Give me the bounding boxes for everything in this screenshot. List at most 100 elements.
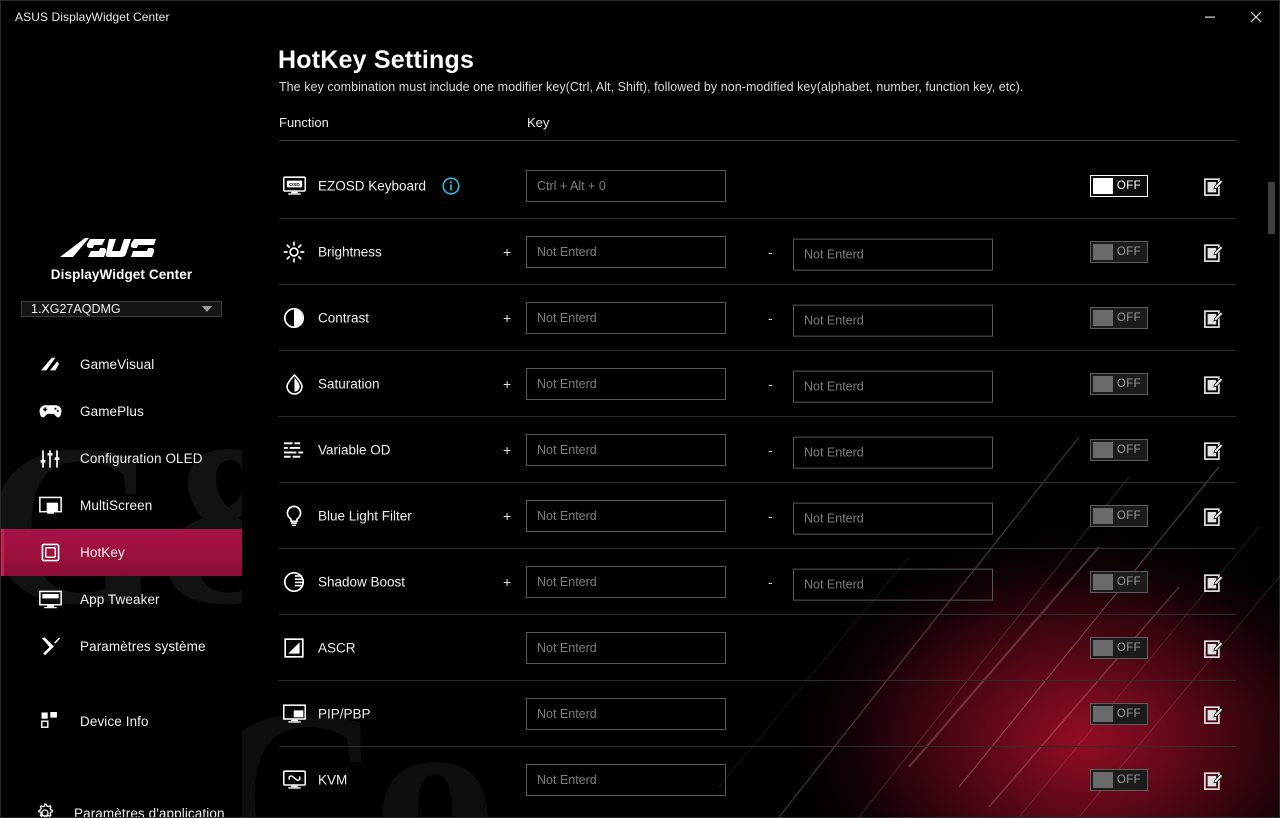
scrollbar-track[interactable]: [1267, 153, 1275, 817]
key-input[interactable]: [526, 631, 726, 664]
monitor-select[interactable]: 1.XG27AQDMG: [21, 301, 222, 317]
key-input-increase[interactable]: [526, 235, 726, 268]
window-title: ASUS DisplayWidget Center: [15, 10, 170, 24]
sidebar-item-multiscreen[interactable]: MultiScreen: [1, 482, 242, 529]
edit-icon[interactable]: [1204, 704, 1224, 724]
window-body: G& DisplayWidget Center 1.XG27AQDMG: [1, 33, 1279, 817]
brand-block: DisplayWidget Center: [1, 217, 242, 282]
key-input-increase[interactable]: [526, 499, 726, 532]
edit-icon[interactable]: [1204, 242, 1224, 262]
sidebar-nav: GameVisual GamePlus Configuration OLED M…: [1, 341, 242, 670]
edit-icon[interactable]: [1204, 506, 1224, 526]
status-toggle[interactable]: OFF: [1090, 240, 1148, 263]
key-input[interactable]: [526, 169, 726, 202]
info-icon[interactable]: [442, 176, 460, 195]
toggle-knob: [1093, 177, 1113, 194]
sidebar-item-configuration-oled[interactable]: Configuration OLED: [1, 435, 242, 482]
asus-logo: [60, 238, 156, 257]
key-input-decrease[interactable]: [793, 502, 993, 535]
status-toggle[interactable]: OFF: [1090, 372, 1148, 395]
toggle-label: OFF: [1116, 575, 1142, 588]
toggle-label: OFF: [1116, 179, 1142, 192]
monitor-select-value: 1.XG27AQDMG: [31, 302, 121, 316]
sidebar-footer: Paramètres d'application FAQ / User manu…: [1, 789, 242, 817]
table-row: Shadow Boost + - OFF: [279, 549, 1236, 615]
row-label: Variable OD: [318, 442, 391, 457]
status-toggle[interactable]: OFF: [1090, 636, 1148, 659]
toggle-label: OFF: [1116, 245, 1142, 258]
sidebar-item-label: Device Info: [80, 713, 149, 729]
key-input[interactable]: [526, 764, 726, 796]
key-input-increase[interactable]: [526, 301, 726, 334]
title-bar: ASUS DisplayWidget Center: [1, 1, 1279, 33]
gamepad-icon: [37, 400, 63, 424]
main-panel: Co HotKey Settings The key combination m…: [242, 33, 1279, 817]
table-row: KVM OFF: [279, 747, 1236, 813]
tools-icon: [37, 635, 63, 659]
contrast-icon: [281, 305, 307, 331]
sidebar-item-parametres-application[interactable]: Paramètres d'application: [1, 789, 242, 817]
scrollbar-thumb[interactable]: [1268, 182, 1275, 234]
sidebar-item-hotkey[interactable]: HotKey: [1, 529, 242, 576]
status-toggle[interactable]: OFF: [1090, 702, 1148, 725]
toggle-knob: [1093, 309, 1113, 326]
plus-sign: +: [503, 375, 512, 392]
edit-icon[interactable]: [1204, 308, 1224, 328]
table-row: PIP/PBP OFF: [279, 681, 1236, 747]
key-input-decrease[interactable]: [793, 568, 993, 601]
row-label: Shadow Boost: [318, 574, 406, 589]
chevron-down-icon: [202, 306, 212, 312]
minimize-button[interactable]: [1187, 1, 1233, 33]
sidebar-item-label: Configuration OLED: [80, 451, 203, 466]
column-header-key: Key: [527, 115, 550, 130]
minimize-icon: [1205, 16, 1215, 18]
table-row: Variable OD + - OFF: [279, 417, 1236, 483]
page-description: The key combination must include one mod…: [279, 80, 1024, 94]
row-label: EZOSD Keyboard: [318, 178, 427, 193]
status-toggle[interactable]: OFF: [1090, 769, 1148, 791]
key-input-decrease[interactable]: [793, 370, 993, 403]
close-button[interactable]: [1233, 1, 1279, 33]
toggle-knob: [1093, 243, 1113, 260]
sidebar-item-gameplus[interactable]: GamePlus: [1, 388, 242, 435]
status-toggle[interactable]: OFF: [1090, 174, 1148, 197]
toggle-label: OFF: [1116, 707, 1142, 720]
edit-icon[interactable]: [1204, 638, 1224, 658]
bulb-icon: [281, 503, 307, 529]
sidebar-item-app-tweaker[interactable]: App Tweaker: [1, 576, 242, 623]
status-toggle[interactable]: OFF: [1090, 570, 1148, 593]
status-toggle[interactable]: OFF: [1090, 306, 1148, 329]
status-toggle[interactable]: OFF: [1090, 438, 1148, 461]
sidebar-item-gamevisual[interactable]: GameVisual: [1, 341, 242, 388]
key-input-increase[interactable]: [526, 367, 726, 400]
edit-icon[interactable]: [1204, 440, 1224, 460]
toggle-label: OFF: [1116, 377, 1142, 390]
sidebar: G& DisplayWidget Center 1.XG27AQDMG: [1, 33, 242, 817]
row-label: Contrast: [318, 310, 370, 325]
status-toggle[interactable]: OFF: [1090, 504, 1148, 527]
osd-monitor-icon: OSD: [281, 173, 307, 199]
key-input-increase[interactable]: [526, 565, 726, 598]
key-input[interactable]: [526, 697, 726, 730]
sidebar-item-parametres-systeme[interactable]: Paramètres système: [1, 623, 242, 670]
edit-icon[interactable]: [1204, 770, 1224, 790]
key-input-decrease[interactable]: [793, 238, 993, 271]
key-input-decrease[interactable]: [793, 304, 993, 337]
edit-icon[interactable]: [1204, 572, 1224, 592]
key-input-decrease[interactable]: [793, 436, 993, 469]
toggle-knob: [1093, 573, 1113, 590]
header-divider: [279, 140, 1236, 141]
toggle-knob: [1093, 375, 1113, 392]
row-label: Saturation: [318, 376, 380, 391]
row-label: KVM: [318, 772, 348, 788]
edit-icon[interactable]: [1204, 176, 1224, 196]
plus-sign: +: [503, 507, 512, 524]
toggle-label: OFF: [1116, 509, 1142, 522]
device-info-icon: [37, 709, 63, 733]
variable-od-icon: [281, 437, 307, 463]
edit-icon[interactable]: [1204, 374, 1224, 394]
droplet-icon: [281, 371, 307, 397]
key-input-increase[interactable]: [526, 433, 726, 466]
sidebar-item-device-info[interactable]: Device Info: [1, 698, 242, 744]
toggle-knob: [1093, 772, 1113, 788]
